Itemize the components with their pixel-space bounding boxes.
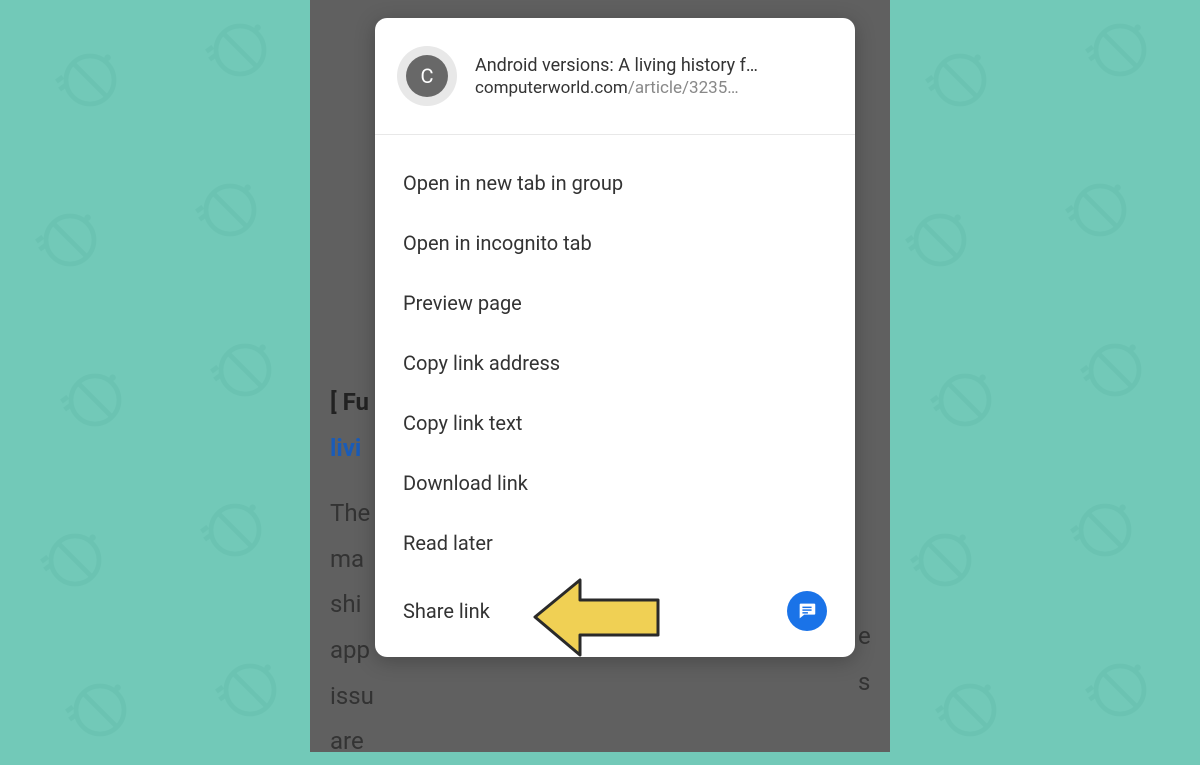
menu-item-copy-link-text[interactable]: Copy link text — [375, 393, 855, 453]
android-bg-icon — [1060, 170, 1140, 250]
android-bg-icon — [205, 330, 285, 410]
favicon-icon: C — [406, 55, 448, 97]
context-menu-header-text: Android versions: A living history f… co… — [475, 55, 833, 98]
android-bg-icon — [55, 360, 135, 440]
page-right-fragment: e s — [858, 614, 871, 705]
android-bg-icon — [1080, 10, 1160, 90]
android-bg-icon — [1065, 490, 1145, 570]
messages-app-icon[interactable] — [787, 591, 827, 631]
menu-item-read-later[interactable]: Read later — [375, 513, 855, 573]
android-bg-icon — [50, 40, 130, 120]
menu-item-share-link[interactable]: Share link — [375, 573, 855, 657]
android-bg-icon — [30, 200, 110, 280]
android-bg-icon — [900, 200, 980, 280]
menu-item-label: Open in new tab in group — [403, 171, 623, 195]
menu-item-label: Download link — [403, 471, 528, 495]
page-link-fragment: livi — [330, 434, 361, 462]
link-title: Android versions: A living history f… — [475, 55, 833, 76]
page-text-fragment: [ Fu — [330, 388, 369, 416]
menu-item-download-link[interactable]: Download link — [375, 453, 855, 513]
android-bg-icon — [190, 170, 270, 250]
chat-bubble-icon — [796, 600, 818, 622]
android-bg-icon — [925, 360, 1005, 440]
favicon-container: C — [397, 46, 457, 106]
context-menu-header: C Android versions: A living history f… … — [375, 18, 855, 135]
android-bg-icon — [60, 670, 140, 750]
menu-item-preview-page[interactable]: Preview page — [375, 273, 855, 333]
menu-item-copy-link-address[interactable]: Copy link address — [375, 333, 855, 393]
android-bg-icon — [1080, 650, 1160, 730]
menu-item-label: Copy link text — [403, 411, 522, 435]
menu-item-label: Read later — [403, 531, 493, 555]
menu-item-open-new-tab-group[interactable]: Open in new tab in group — [375, 153, 855, 213]
context-menu-items: Open in new tab in group Open in incogni… — [375, 135, 855, 657]
android-bg-icon — [200, 10, 280, 90]
android-bg-icon — [905, 520, 985, 600]
menu-item-label: Open in incognito tab — [403, 231, 592, 255]
menu-item-label: Share link — [403, 599, 490, 623]
link-url: computerworld.com/article/3235… — [475, 78, 833, 98]
url-path: /article/3235… — [628, 78, 739, 98]
menu-item-label: Preview page — [403, 291, 522, 315]
android-bg-icon — [920, 40, 1000, 120]
android-bg-icon — [210, 650, 290, 730]
menu-item-label: Copy link address — [403, 351, 560, 375]
android-bg-icon — [930, 670, 1010, 750]
link-context-menu: C Android versions: A living history f… … — [375, 18, 855, 657]
android-bg-icon — [35, 520, 115, 600]
menu-item-open-incognito[interactable]: Open in incognito tab — [375, 213, 855, 273]
url-domain: computerworld.com — [475, 78, 628, 98]
android-bg-icon — [195, 490, 275, 570]
android-bg-icon — [1075, 330, 1155, 410]
favicon-letter: C — [420, 64, 433, 88]
